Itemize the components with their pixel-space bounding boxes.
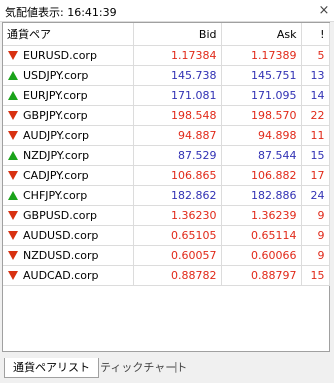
ask-cell: 0.65114 — [221, 225, 302, 246]
ask-cell: 198.570 — [221, 105, 302, 126]
symbol-label: GBPUSD.corp — [23, 209, 97, 222]
symbol-cell[interactable]: CHFJPY.corp — [3, 185, 134, 206]
tab-bar: 通貨ペアリスト ティックチャート | — [0, 352, 334, 383]
symbol-label: GBPJPY.corp — [23, 109, 88, 122]
symbol-cell[interactable]: AUDJPY.corp — [3, 125, 134, 146]
table-row[interactable]: GBPJPY.corp 198.548 198.570 22 — [3, 105, 330, 126]
arrow-down-icon — [8, 51, 18, 60]
arrow-down-icon — [8, 271, 18, 280]
symbol-label: NZDUSD.corp — [23, 249, 99, 262]
ask-cell: 145.751 — [221, 65, 302, 86]
column-header-spread[interactable]: ! — [301, 23, 330, 46]
ask-cell: 182.886 — [221, 185, 302, 206]
symbol-label: AUDJPY.corp — [23, 129, 89, 142]
table-row[interactable]: EURJPY.corp 171.081 171.095 14 — [3, 85, 330, 106]
column-header-bid[interactable]: Bid — [133, 23, 222, 46]
tab-separator: | — [174, 360, 178, 373]
arrow-down-icon — [8, 251, 18, 260]
bid-cell: 145.738 — [133, 65, 222, 86]
ask-cell: 1.36239 — [221, 205, 302, 226]
arrow-down-icon — [8, 131, 18, 140]
symbol-label: AUDUSD.corp — [23, 229, 99, 242]
ask-cell: 87.544 — [221, 145, 302, 166]
table-row[interactable]: CADJPY.corp 106.865 106.882 17 — [3, 165, 330, 186]
symbol-label: CADJPY.corp — [23, 169, 89, 182]
arrow-up-icon — [8, 191, 18, 200]
table-row[interactable]: GBPUSD.corp 1.36230 1.36239 9 — [3, 205, 330, 226]
window-titlebar: 気配値表示: 16:41:39 × — [0, 0, 334, 22]
arrow-down-icon — [8, 231, 18, 240]
bid-cell: 94.887 — [133, 125, 222, 146]
symbol-cell[interactable]: CADJPY.corp — [3, 165, 134, 186]
ask-cell: 0.88797 — [221, 265, 302, 286]
spread-cell: 5 — [301, 45, 330, 66]
bid-cell: 0.60057 — [133, 245, 222, 266]
table-header-row: 通貨ペア Bid Ask ! — [3, 23, 330, 46]
arrow-down-icon — [8, 171, 18, 180]
window-title: 気配値表示: 16:41:39 — [5, 6, 117, 19]
symbol-cell[interactable]: GBPUSD.corp — [3, 205, 134, 226]
spread-cell: 9 — [301, 225, 330, 246]
bid-cell: 171.081 — [133, 85, 222, 106]
tab-tick-chart[interactable]: ティックチャート — [92, 358, 195, 377]
spread-cell: 9 — [301, 245, 330, 266]
symbol-label: CHFJPY.corp — [23, 189, 88, 202]
symbol-label: AUDCAD.corp — [23, 269, 99, 282]
quotes-table: 通貨ペア Bid Ask ! EURUSD.corp 1.17384 1.17389… — [3, 23, 330, 286]
spread-cell: 13 — [301, 65, 330, 86]
table-row[interactable]: AUDUSD.corp 0.65105 0.65114 9 — [3, 225, 330, 246]
table-row[interactable]: AUDJPY.corp 94.887 94.898 11 — [3, 125, 330, 146]
spread-cell: 22 — [301, 105, 330, 126]
symbol-cell[interactable]: NZDJPY.corp — [3, 145, 134, 166]
symbol-cell[interactable]: EURJPY.corp — [3, 85, 134, 106]
table-row[interactable]: USDJPY.corp 145.738 145.751 13 — [3, 65, 330, 86]
spread-cell: 15 — [301, 145, 330, 166]
symbol-label: USDJPY.corp — [23, 69, 89, 82]
symbol-label: EURJPY.corp — [23, 89, 88, 102]
bid-cell: 1.36230 — [133, 205, 222, 226]
column-header-ask[interactable]: Ask — [221, 23, 302, 46]
symbol-cell[interactable]: AUDCAD.corp — [3, 265, 134, 286]
arrow-up-icon — [8, 71, 18, 80]
bid-cell: 106.865 — [133, 165, 222, 186]
symbol-cell[interactable]: EURUSD.corp — [3, 45, 134, 66]
bid-cell: 0.88782 — [133, 265, 222, 286]
market-watch-panel: 通貨ペア Bid Ask ! EURUSD.corp 1.17384 1.17389… — [2, 22, 330, 352]
spread-cell: 11 — [301, 125, 330, 146]
symbol-cell[interactable]: USDJPY.corp — [3, 65, 134, 86]
table-row[interactable]: NZDJPY.corp 87.529 87.544 15 — [3, 145, 330, 166]
arrow-up-icon — [8, 151, 18, 160]
bid-cell: 0.65105 — [133, 225, 222, 246]
bid-cell: 87.529 — [133, 145, 222, 166]
ask-cell: 1.17389 — [221, 45, 302, 66]
symbol-label: EURUSD.corp — [23, 49, 97, 62]
ask-cell: 171.095 — [221, 85, 302, 106]
arrow-down-icon — [8, 111, 18, 120]
table-row[interactable]: CHFJPY.corp 182.862 182.886 24 — [3, 185, 330, 206]
symbol-cell[interactable]: GBPJPY.corp — [3, 105, 134, 126]
ask-cell: 0.60066 — [221, 245, 302, 266]
arrow-up-icon — [8, 91, 18, 100]
arrow-down-icon — [8, 211, 18, 220]
bid-cell: 198.548 — [133, 105, 222, 126]
spread-cell: 24 — [301, 185, 330, 206]
bid-cell: 1.17384 — [133, 45, 222, 66]
table-row[interactable]: NZDUSD.corp 0.60057 0.60066 9 — [3, 245, 330, 266]
column-header-symbol[interactable]: 通貨ペア — [3, 23, 134, 46]
spread-cell: 17 — [301, 165, 330, 186]
ask-cell: 106.882 — [221, 165, 302, 186]
symbol-cell[interactable]: AUDUSD.corp — [3, 225, 134, 246]
table-row[interactable]: AUDCAD.corp 0.88782 0.88797 15 — [3, 265, 330, 286]
bid-cell: 182.862 — [133, 185, 222, 206]
close-icon[interactable]: × — [316, 3, 332, 19]
table-row[interactable]: EURUSD.corp 1.17384 1.17389 5 — [3, 45, 330, 66]
spread-cell: 9 — [301, 205, 330, 226]
spread-cell: 15 — [301, 265, 330, 286]
tab-symbol-list[interactable]: 通貨ペアリスト — [4, 358, 99, 378]
symbol-cell[interactable]: NZDUSD.corp — [3, 245, 134, 266]
symbol-label: NZDJPY.corp — [23, 149, 90, 162]
ask-cell: 94.898 — [221, 125, 302, 146]
spread-cell: 14 — [301, 85, 330, 106]
